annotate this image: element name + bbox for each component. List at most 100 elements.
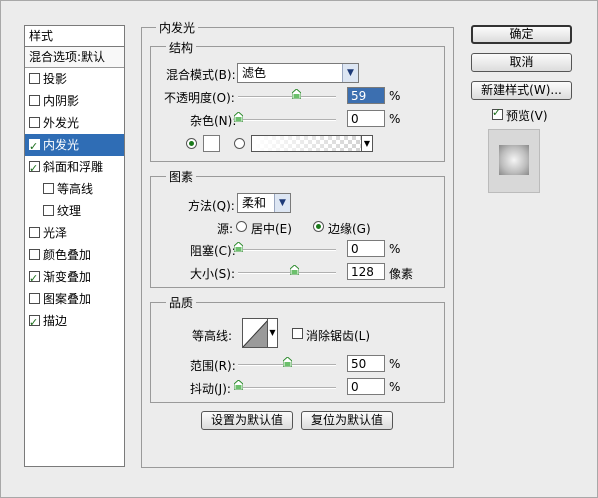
style-list-item-label: 内发光	[43, 138, 80, 152]
style-checkbox[interactable]	[29, 136, 40, 158]
style-list-item-label: 内阴影	[43, 94, 80, 108]
jitter-slider-thumb[interactable]	[234, 380, 243, 390]
source-edge-label[interactable]: 边缘(G)	[328, 220, 371, 237]
glow-gradient-picker[interactable]: ▼	[251, 135, 373, 152]
antialias-checkbox[interactable]	[292, 327, 306, 341]
contour-label: 等高线:	[192, 329, 233, 343]
preview-label[interactable]: 预览(V)	[506, 107, 548, 124]
style-list-item-label: 纹理	[57, 204, 82, 218]
size-value: 128	[351, 265, 374, 279]
style-preview-thumbnail	[488, 129, 540, 193]
blend-mode-value: 滤色	[242, 66, 267, 80]
style-list-item[interactable]: 等高线	[25, 178, 124, 200]
contour-picker[interactable]: ▼	[242, 318, 278, 348]
style-list-item[interactable]: 纹理	[25, 200, 124, 222]
source-label: 源:	[217, 222, 234, 236]
source-center-radio[interactable]	[236, 221, 247, 232]
choke-percent: %	[389, 242, 401, 256]
ok-button[interactable]: 确定	[471, 25, 572, 44]
style-checkbox[interactable]	[29, 293, 40, 304]
make-default-button[interactable]: 设置为默认值	[201, 411, 293, 430]
choke-input[interactable]: 0	[347, 240, 385, 257]
style-checkbox[interactable]	[29, 95, 40, 106]
reset-default-button[interactable]: 复位为默认值	[301, 411, 393, 430]
style-checkbox[interactable]	[29, 249, 40, 260]
size-slider[interactable]	[238, 272, 336, 274]
quality-title: 品质	[166, 294, 197, 311]
noise-slider[interactable]	[238, 119, 336, 121]
preview-check[interactable]	[492, 106, 503, 120]
style-list-item-label: 外发光	[43, 116, 80, 130]
chevron-down-icon: ▼	[342, 64, 358, 82]
style-checkbox[interactable]	[43, 183, 54, 194]
source-edge-radio[interactable]	[313, 221, 324, 232]
style-list-item-label: 投影	[43, 72, 68, 86]
range-slider-thumb[interactable]	[283, 357, 292, 367]
choke-label: 阻塞(C):	[190, 244, 236, 258]
opacity-input[interactable]: 59	[347, 87, 385, 104]
noise-percent: %	[389, 112, 401, 126]
blending-options-item[interactable]: 混合选项:默认	[25, 47, 124, 68]
noise-label: 杂色(N):	[190, 114, 237, 128]
style-list-item-label: 斜面和浮雕	[43, 160, 104, 174]
style-list-header[interactable]: 样式	[25, 26, 124, 47]
antialias-label[interactable]: 消除锯齿(L)	[306, 327, 370, 344]
style-list-item-label: 描边	[43, 314, 68, 328]
choke-slider[interactable]	[238, 249, 336, 251]
style-list-item[interactable]: 内发光	[25, 134, 124, 158]
style-list-item[interactable]: 外发光	[25, 112, 124, 134]
noise-input[interactable]: 0	[347, 110, 385, 127]
style-checkbox[interactable]	[43, 205, 54, 216]
style-list-item[interactable]: 图案叠加	[25, 288, 124, 310]
panel-title: 内发光	[156, 19, 199, 36]
size-input[interactable]: 128	[347, 263, 385, 280]
size-label: 大小(S):	[190, 267, 236, 281]
technique-label: 方法(Q):	[188, 199, 235, 213]
style-list-item[interactable]: 颜色叠加	[25, 244, 124, 266]
style-checkbox[interactable]	[29, 73, 40, 84]
style-list-item[interactable]: 斜面和浮雕	[25, 156, 124, 180]
style-list-item-label: 图案叠加	[43, 292, 92, 306]
contour-curve-icon	[243, 319, 269, 347]
style-list-item[interactable]: 光泽	[25, 222, 124, 244]
opacity-label: 不透明度(O):	[164, 91, 235, 105]
technique-select[interactable]: 柔和 ▼	[237, 193, 291, 213]
source-center-label[interactable]: 居中(E)	[251, 220, 292, 237]
noise-slider-thumb[interactable]	[234, 112, 243, 122]
style-checkbox[interactable]	[29, 268, 40, 290]
style-list-item[interactable]: 内阴影	[25, 90, 124, 112]
jitter-input[interactable]: 0	[347, 378, 385, 395]
jitter-slider[interactable]	[238, 387, 336, 389]
noise-value: 0	[351, 112, 359, 126]
opacity-percent: %	[389, 89, 401, 103]
antialias-check[interactable]	[292, 328, 303, 339]
style-list-item-label: 等高线	[57, 182, 94, 196]
blend-mode-select[interactable]: 滤色 ▼	[237, 63, 359, 83]
jitter-value: 0	[351, 380, 359, 394]
style-checkbox[interactable]	[29, 158, 40, 180]
style-list-item[interactable]: 投影	[25, 68, 124, 90]
size-slider-thumb[interactable]	[290, 265, 299, 275]
preview-swatch	[499, 145, 529, 175]
style-list-item-label: 颜色叠加	[43, 248, 92, 262]
preview-checkbox[interactable]	[492, 106, 506, 122]
style-list-item[interactable]: 渐变叠加	[25, 266, 124, 290]
opacity-slider-thumb[interactable]	[291, 89, 301, 99]
style-checkbox[interactable]	[29, 227, 40, 238]
new-style-button[interactable]: 新建样式(W)...	[471, 81, 572, 100]
solid-color-radio[interactable]	[186, 138, 197, 149]
style-list-item[interactable]: 描边	[25, 310, 124, 334]
style-list-item-label: 光泽	[43, 226, 68, 240]
range-percent: %	[389, 357, 401, 371]
choke-slider-thumb[interactable]	[234, 242, 243, 252]
opacity-slider[interactable]	[238, 96, 336, 98]
chevron-down-icon: ▼	[267, 319, 277, 347]
chevron-down-icon: ▼	[361, 136, 372, 151]
style-checkbox[interactable]	[29, 312, 40, 334]
range-label: 范围(R):	[190, 359, 236, 373]
glow-color-swatch[interactable]	[203, 135, 220, 152]
style-checkbox[interactable]	[29, 117, 40, 128]
range-input[interactable]: 50	[347, 355, 385, 372]
gradient-radio[interactable]	[234, 138, 245, 149]
cancel-button[interactable]: 取消	[471, 53, 572, 72]
